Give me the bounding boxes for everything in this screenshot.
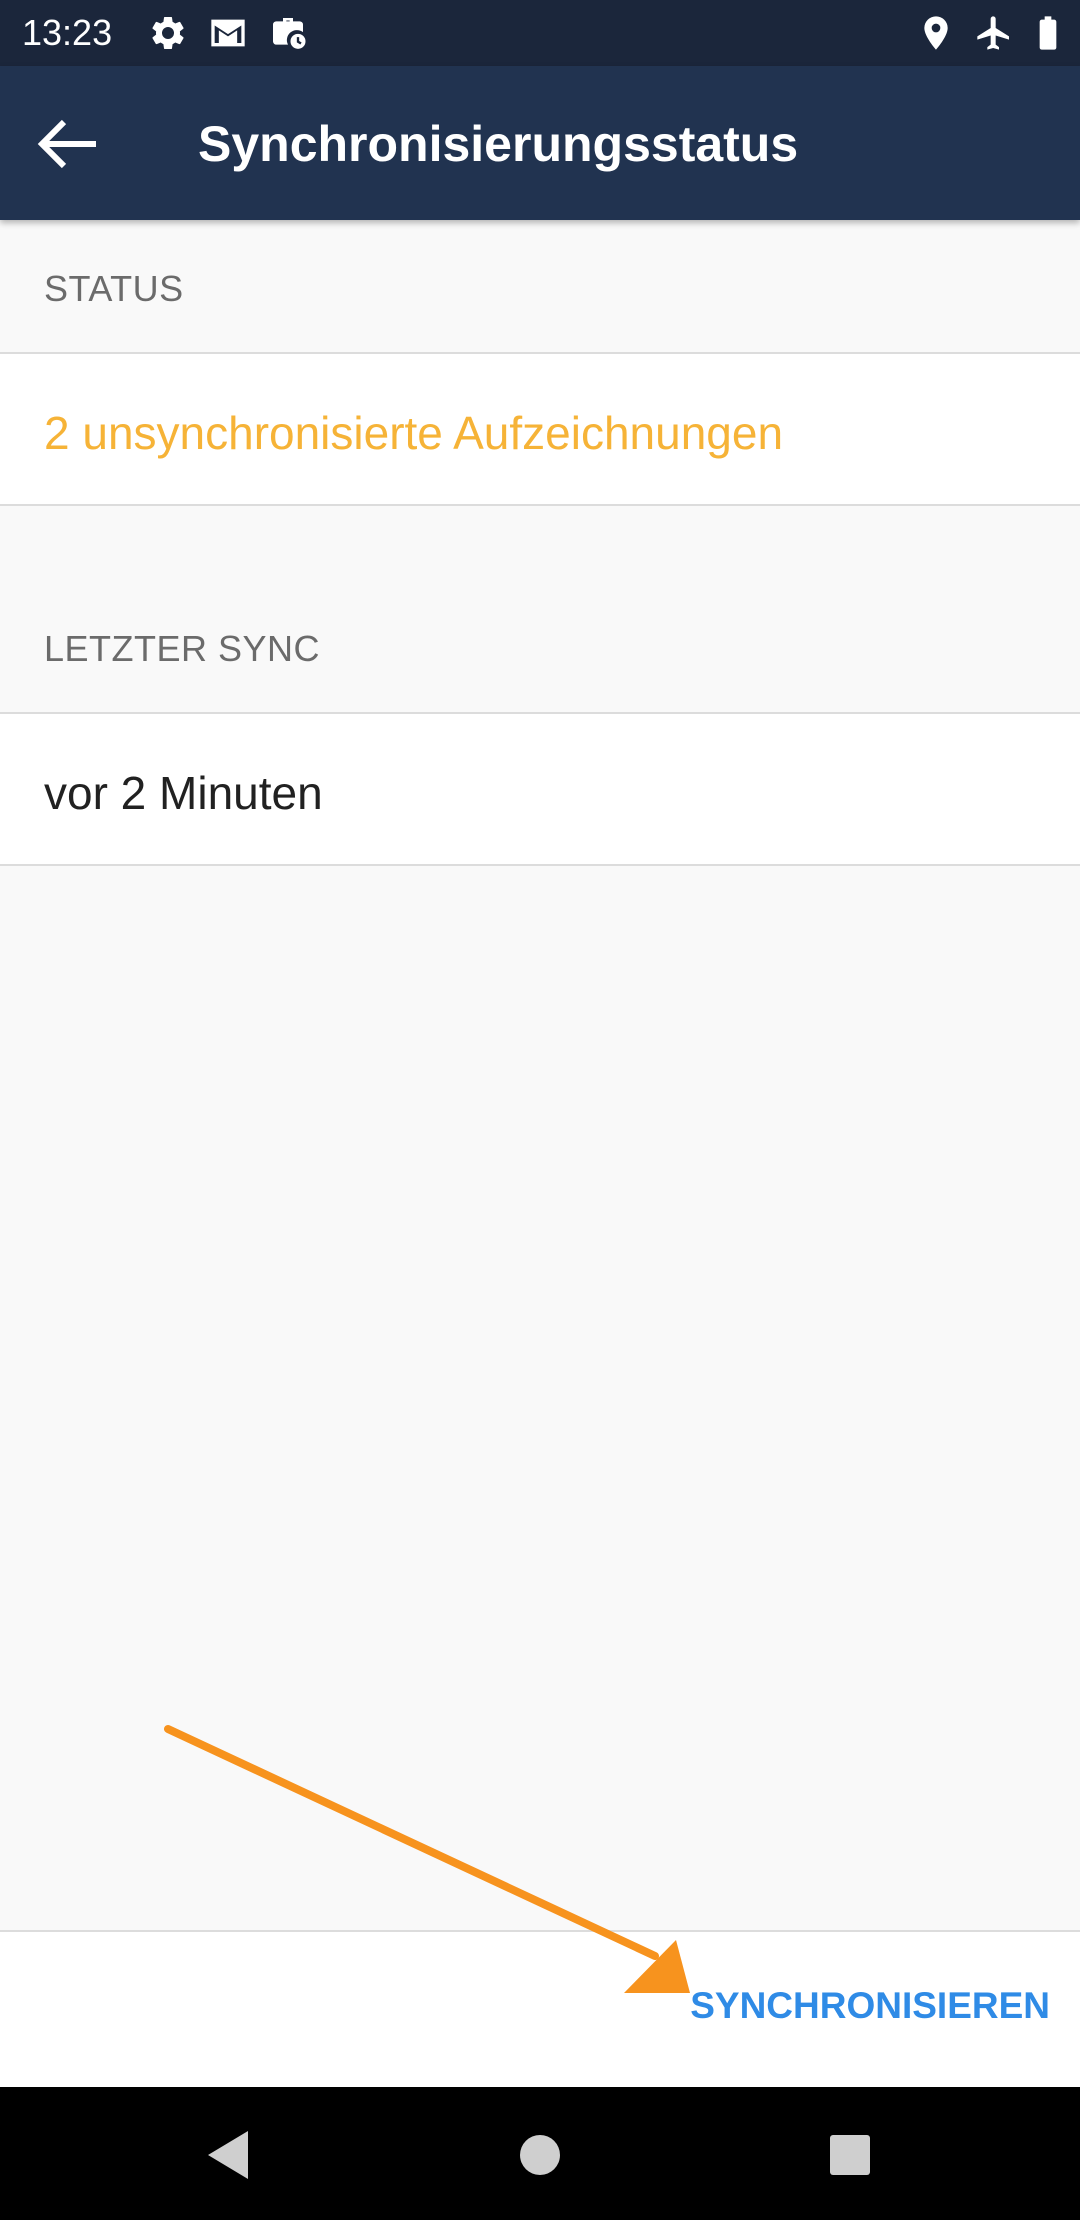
synchronize-button[interactable]: SYNCHRONISIEREN [690, 1976, 1050, 2036]
nav-recents-icon[interactable] [812, 2117, 888, 2193]
status-bar: 13:23 [0, 0, 1080, 66]
status-section-header: STATUS [0, 220, 1080, 352]
nav-home-icon[interactable] [502, 2117, 578, 2193]
arrow-back-icon[interactable] [32, 106, 122, 182]
status-time: 13:23 [22, 12, 113, 53]
nav-back-icon[interactable] [190, 2117, 266, 2193]
gmail-icon [208, 13, 248, 53]
work-schedule-icon [268, 13, 308, 53]
unsynced-records-text: 2 unsynchronisierte Aufzeichnungen [44, 407, 784, 459]
navigation-bar [0, 2087, 1080, 2220]
status-header-label: STATUS [44, 268, 184, 309]
gear-icon [148, 13, 188, 53]
battery-icon [1028, 13, 1068, 53]
last-sync-section-header: LETZTER SYNC [0, 580, 1080, 712]
last-sync-header-label: LETZTER SYNC [44, 628, 321, 669]
location-icon [916, 13, 956, 53]
airplane-icon [974, 13, 1014, 53]
status-row: 2 unsynchronisierte Aufzeichnungen [0, 352, 1080, 506]
last-sync-value: vor 2 Minuten [44, 767, 323, 819]
app-bar: Synchronisierungsstatus [0, 66, 1080, 220]
bottom-action-bar: SYNCHRONISIEREN [0, 1930, 1080, 2087]
last-sync-row: vor 2 Minuten [0, 712, 1080, 866]
page-title: Synchronisierungsstatus [198, 116, 799, 172]
